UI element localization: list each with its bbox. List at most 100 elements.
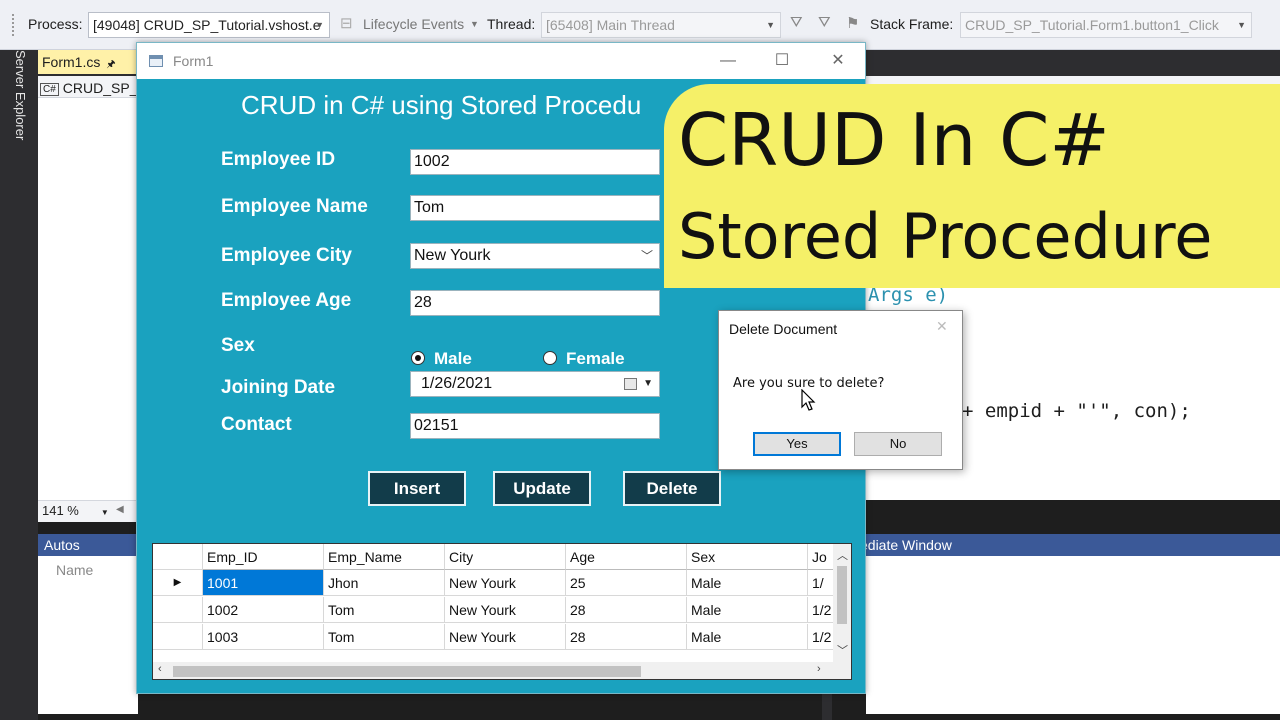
chevron-left-icon[interactable]: ‹ [158,663,162,675]
table-cell[interactable]: Tom [324,624,445,650]
table-cell[interactable]: 28 [566,597,687,623]
scroll-left-icon[interactable]: ◀ [116,504,124,515]
table-row[interactable]: ▶ 1001 Jhon New Yourk 25 Male 1/ [153,570,851,596]
table-cell[interactable]: New Yourk [445,597,566,623]
chevron-down-icon: ▼ [1237,20,1246,30]
chevron-up-icon[interactable]: ︿ [837,547,848,563]
filter-clear-icon[interactable]: ⛛ [818,14,831,31]
thread-combo[interactable]: [65408] Main Thread ▼ [541,12,781,38]
form1-titlebar[interactable]: Form1 — ☐ ✕ [137,43,865,79]
column-header-city[interactable]: City [445,544,566,570]
employee-city-select[interactable]: New Yourk ﹀ [410,243,660,269]
autos-panel-title[interactable]: Autos [38,534,138,556]
employee-age-input[interactable]: 28 [410,290,660,316]
chevron-down-icon[interactable]: ▼ [470,19,479,29]
form-app-icon [149,55,163,67]
table-cell[interactable]: 1002 [203,597,324,623]
joining-date-label: Joining Date [221,377,336,398]
current-row-indicator-icon[interactable]: ▶ [153,570,203,596]
table-cell[interactable]: 1003 [203,624,324,650]
zoom-value: 141 % [42,503,79,518]
table-cell[interactable]: Male [687,570,808,596]
table-cell[interactable]: Male [687,624,808,650]
table-row[interactable]: 1003 Tom New Yourk 28 Male 1/2 [153,624,851,650]
no-button[interactable]: No [854,432,942,456]
chevron-down-icon: ﹀ [640,249,653,263]
nav-value: CRUD_SP_T [62,80,140,96]
employee-name-input[interactable]: Tom [410,195,660,221]
immediate-window-title[interactable]: ediate Window [860,534,1280,556]
grid-corner [153,544,203,570]
sex-radio-male[interactable]: Male [411,349,472,369]
stack-frame-value: CRUD_SP_Tutorial.Form1.button1_Click [965,17,1219,33]
delete-button[interactable]: Delete [623,471,721,506]
joining-date-picker[interactable]: 1/26/2021 ▼ [410,371,660,397]
stack-frame-combo[interactable]: CRUD_SP_Tutorial.Form1.button1_Click ▼ [960,12,1252,38]
table-cell[interactable]: 1001 [203,570,324,596]
process-combo[interactable]: [49048] CRUD_SP_Tutorial.vshost.e ▼ [88,12,330,38]
process-value: [49048] CRUD_SP_Tutorial.vshost.e [93,17,321,33]
calendar-icon[interactable] [624,378,637,390]
employee-name-label: Employee Name [221,196,368,217]
sex-label: Sex [221,335,255,356]
employee-city-value: New Yourk [414,247,491,264]
type-navigation-combo[interactable]: C# CRUD_SP_T [40,78,140,98]
chevron-down-icon[interactable]: ▼ [643,372,653,396]
delete-confirmation-dialog: Delete Document ✕ Are you sure to delete… [718,310,963,470]
employee-id-value: 1002 [414,153,450,170]
column-header-sex[interactable]: Sex [687,544,808,570]
filter-icon[interactable]: ⛛ [790,14,803,31]
autos-name-column[interactable]: Name [56,562,93,578]
table-cell[interactable]: 28 [566,624,687,650]
server-explorer-strip [0,50,38,720]
close-icon[interactable]: ✕ [936,318,948,335]
chevron-right-icon[interactable]: › [817,663,821,675]
title-banner: CRUD In C# Stored Procedure [664,84,1280,288]
lifecycle-events-icon[interactable]: ⊟ [340,14,353,32]
immediate-window[interactable] [866,556,1280,714]
dialog-title: Delete Document [729,321,838,337]
chevron-down-icon: ▼ [315,20,324,30]
employee-id-label: Employee ID [221,149,336,170]
chevron-down-icon[interactable]: ﹀ [837,642,848,658]
column-header-emp-id[interactable]: Emp_ID [203,544,324,570]
row-header[interactable] [153,624,203,650]
grid-header-row: Emp_ID Emp_Name City Age Sex Jo [153,544,851,570]
table-cell[interactable]: Male [687,597,808,623]
employee-name-value: Tom [414,199,445,216]
insert-button[interactable]: Insert [368,471,466,506]
table-cell[interactable]: New Yourk [445,624,566,650]
employee-data-grid[interactable]: Emp_ID Emp_Name City Age Sex Jo ▶ 1001 J… [152,543,852,680]
table-row[interactable]: 1002 Tom New Yourk 28 Male 1/2 [153,597,851,623]
column-header-emp-name[interactable]: Emp_Name [324,544,445,570]
grid-horizontal-scroll-thumb[interactable] [173,666,641,677]
flag-icon[interactable]: ⚑ [846,14,859,32]
contact-input[interactable]: 02151 [410,413,660,439]
column-header-age[interactable]: Age [566,544,687,570]
table-cell[interactable]: Tom [324,597,445,623]
row-header[interactable] [153,597,203,623]
employee-id-input[interactable]: 1002 [410,149,660,175]
tab-label: Form1.cs [42,54,101,70]
radio-checked-icon [411,351,425,365]
tab-form1-cs[interactable]: Form1.cs 🖈 [38,50,138,74]
employee-age-label: Employee Age [221,290,352,311]
update-button[interactable]: Update [493,471,591,506]
pin-icon[interactable]: 🖈 [106,59,115,70]
table-cell[interactable]: 25 [566,570,687,596]
toolbar-grip[interactable] [12,14,16,36]
sex-radio-female[interactable]: Female [543,349,625,369]
table-cell[interactable]: Jhon [324,570,445,596]
server-explorer-tab[interactable]: Server Explorer [12,50,28,140]
close-button[interactable]: ✕ [815,47,861,75]
contact-label: Contact [221,414,292,435]
grid-vertical-scroll-thumb[interactable] [837,566,847,624]
joining-date-value: 1/26/2021 [421,375,493,392]
lifecycle-events-button[interactable]: Lifecycle Events [363,16,464,32]
yes-button[interactable]: Yes [753,432,841,456]
stack-frame-label: Stack Frame: [870,16,954,32]
maximize-button[interactable]: ☐ [759,47,805,75]
radio-unchecked-icon [543,351,557,365]
table-cell[interactable]: New Yourk [445,570,566,596]
minimize-button[interactable]: — [705,47,751,75]
